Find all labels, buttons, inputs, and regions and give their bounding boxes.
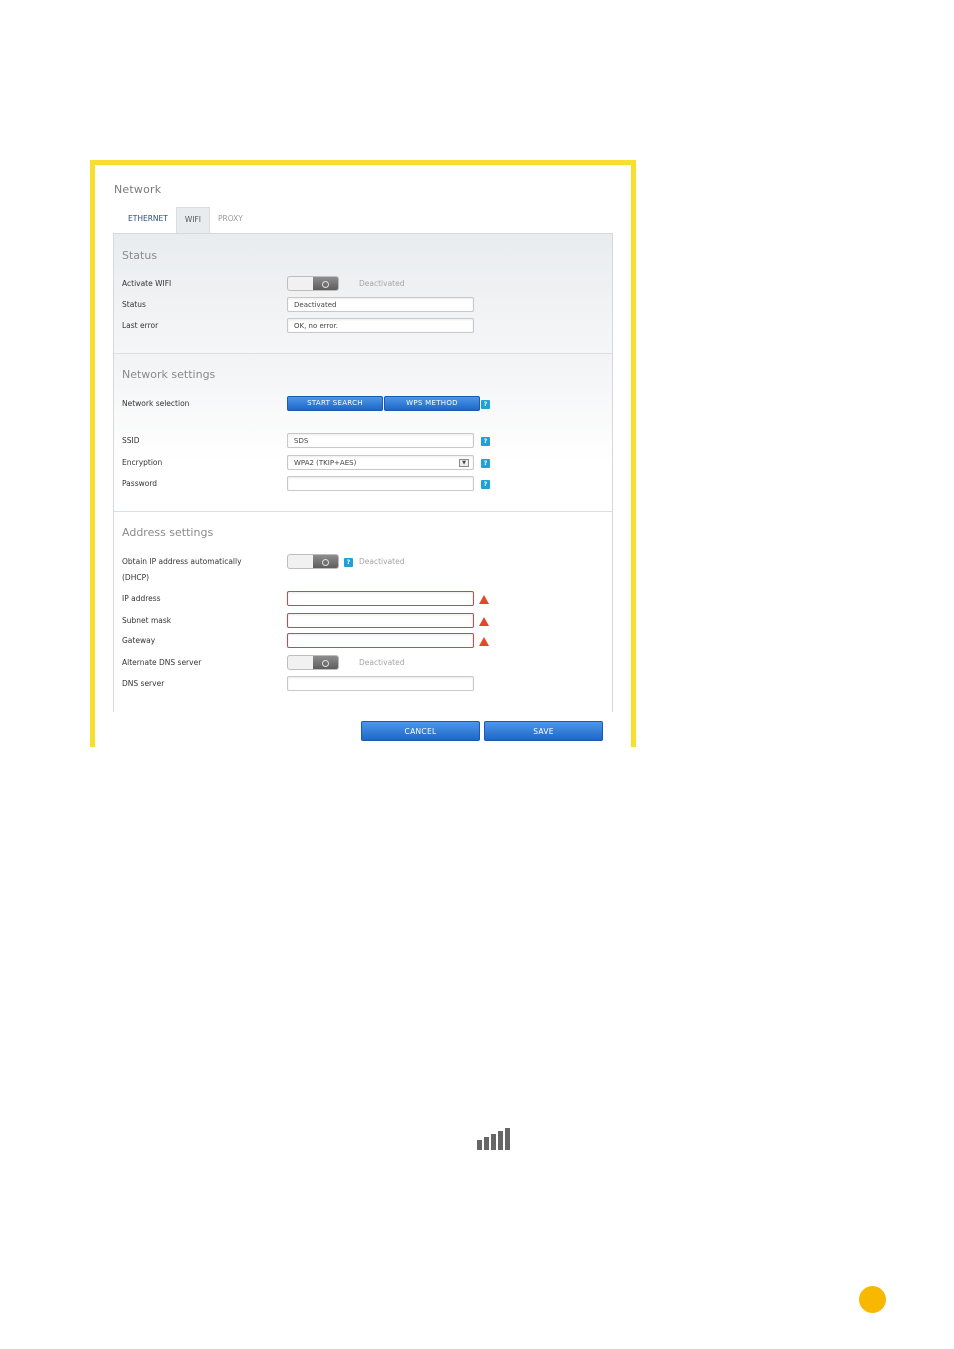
page-marker-dot [859, 1286, 886, 1313]
wifi-settings-panel: Status Activate WIFI Deactivated Status … [113, 233, 613, 712]
wps-method-button[interactable]: WPS METHOD [384, 396, 480, 411]
password-input[interactable] [287, 476, 474, 491]
gateway-warning-icon [479, 637, 489, 646]
cancel-button[interactable]: CANCEL [361, 721, 480, 741]
alternate-dns-state: Deactivated [359, 658, 405, 667]
tab-proxy[interactable]: PROXY [210, 207, 251, 234]
ssid-label: SSID [122, 436, 140, 445]
encryption-value: WPA2 (TKIP+AES) [294, 459, 357, 467]
status-label: Status [122, 300, 146, 309]
password-help-icon[interactable]: ? [481, 480, 490, 489]
dhcp-help-icon[interactable]: ? [344, 558, 353, 567]
signal-strength-icon [477, 1126, 511, 1150]
alternate-dns-label: Alternate DNS server [122, 658, 202, 667]
activate-wifi-state: Deactivated [359, 279, 405, 288]
subnet-mask-warning-icon [479, 617, 489, 626]
last-error-label: Last error [122, 321, 159, 330]
last-error-field: OK, no error. [287, 318, 474, 333]
encryption-label: Encryption [122, 458, 163, 467]
signal-bar-5 [505, 1128, 510, 1150]
tab-bar: ETHERNET WIFI PROXY [120, 207, 251, 234]
ssid-input[interactable]: SDS [287, 433, 474, 448]
password-label: Password [122, 479, 158, 488]
status-section-title: Status [122, 249, 158, 262]
gateway-label: Gateway [122, 636, 156, 645]
toggle-knob-icon [313, 277, 338, 290]
toggle-knob-icon [313, 555, 338, 568]
address-settings-title: Address settings [122, 526, 214, 539]
activate-wifi-toggle[interactable] [287, 276, 339, 291]
dhcp-state: Deactivated [359, 557, 405, 566]
ip-address-warning-icon [479, 595, 489, 604]
dhcp-label: Obtain IP address automatically [122, 557, 242, 566]
gateway-input[interactable] [287, 633, 474, 648]
dns-server-input[interactable] [287, 676, 474, 691]
network-selection-help-icon[interactable]: ? [481, 400, 490, 409]
start-search-button[interactable]: START SEARCH [287, 396, 383, 411]
dhcp-label-sub: (DHCP) [122, 573, 150, 582]
status-section: Status Activate WIFI Deactivated Status … [114, 234, 612, 354]
status-field: Deactivated [287, 297, 474, 312]
save-button[interactable]: SAVE [484, 721, 603, 741]
alternate-dns-toggle[interactable] [287, 655, 339, 670]
tab-wifi[interactable]: WIFI [175, 207, 210, 234]
subnet-mask-input[interactable] [287, 613, 474, 628]
encryption-help-icon[interactable]: ? [481, 459, 490, 468]
signal-bar-4 [498, 1131, 503, 1150]
tab-ethernet[interactable]: ETHERNET [120, 207, 176, 234]
signal-bar-2 [484, 1137, 489, 1150]
signal-bar-3 [491, 1134, 496, 1150]
dhcp-toggle[interactable] [287, 554, 339, 569]
network-settings-title: Network settings [122, 368, 216, 381]
dns-server-label: DNS server [122, 679, 165, 688]
ip-address-label: IP address [122, 594, 161, 603]
address-settings-section: Address settings Obtain IP address autom… [114, 512, 612, 712]
subnet-mask-label: Subnet mask [122, 616, 172, 625]
network-selection-label: Network selection [122, 399, 190, 408]
toggle-knob-icon [313, 656, 338, 669]
network-settings-section: Network settings Network selection START… [114, 354, 612, 512]
ssid-help-icon[interactable]: ? [481, 437, 490, 446]
activate-wifi-label: Activate WIFI [122, 279, 172, 288]
signal-bar-1 [477, 1140, 482, 1150]
page-title: Network [114, 183, 162, 196]
chevron-down-icon[interactable]: ▼ [459, 459, 469, 467]
ip-address-input[interactable] [287, 591, 474, 606]
encryption-select[interactable]: WPA2 (TKIP+AES) ▼ [287, 455, 474, 470]
